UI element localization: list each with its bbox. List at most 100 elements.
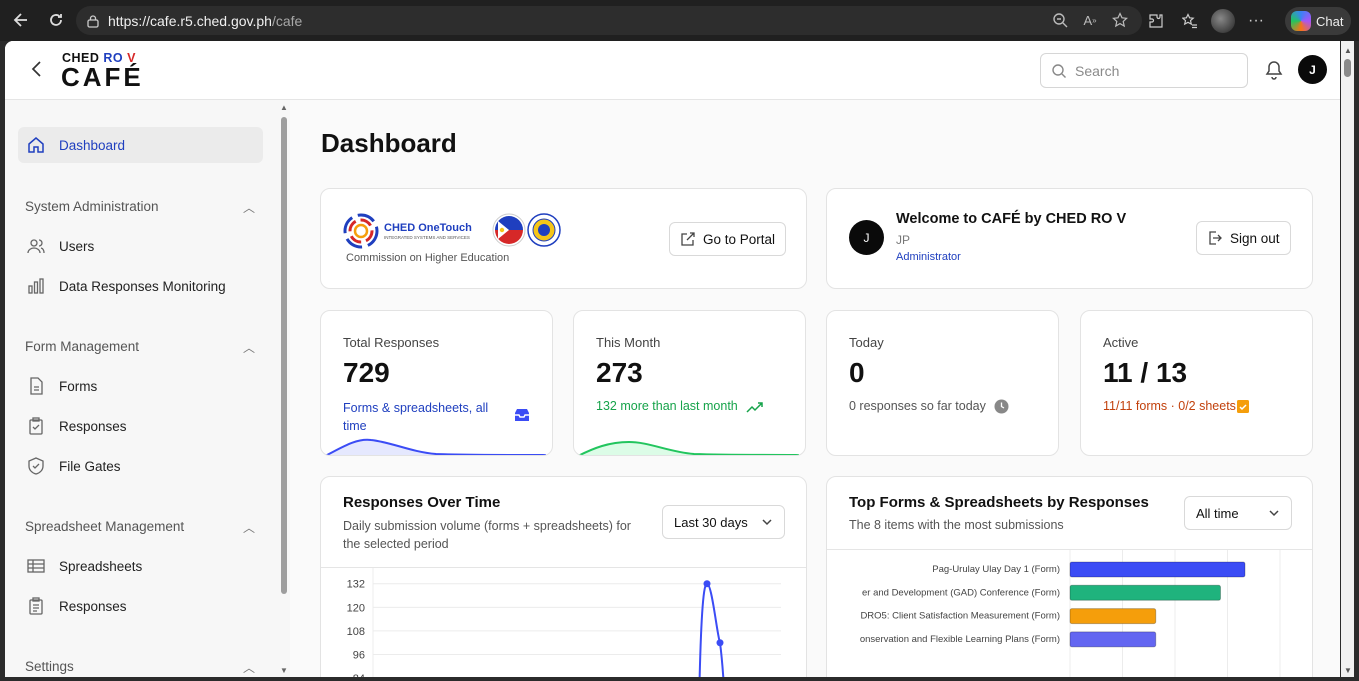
y-tick-label: 84 (353, 673, 365, 677)
scroll-down-arrow-icon[interactable]: ▼ (1344, 666, 1352, 675)
welcome-card: J Welcome to CAFÉ by CHED RO V JP Admini… (826, 188, 1313, 289)
sidebar-item-users[interactable]: Users (18, 228, 263, 264)
chart-title: Responses Over Time (343, 494, 501, 511)
stat-value: 0 (849, 357, 865, 388)
shield-check-icon (28, 457, 44, 475)
collapse-chevron-icon[interactable] (27, 59, 47, 79)
y-tick-label: 96 (353, 650, 365, 662)
scrollbar-thumb[interactable] (1344, 59, 1351, 77)
onetouch-logo-subtext: INTEGRATED SYSTEMS AND SERVICES (384, 235, 470, 240)
sparkline-total (324, 438, 547, 455)
data-point (716, 639, 724, 647)
back-arrow-icon[interactable] (6, 5, 36, 35)
go-to-portal-button[interactable]: Go to Portal (669, 222, 787, 256)
sidebar-item-sheet-responses[interactable]: Responses (18, 588, 263, 624)
search-icon (1052, 63, 1066, 78)
sidebar-item-dashboard[interactable]: Dashboard (18, 127, 263, 163)
philippine-flag-seal-icon (492, 213, 526, 247)
read-aloud-icon[interactable]: A» (1080, 10, 1100, 30)
sidebar: Dashboard System Administration ︿ Users D… (5, 100, 290, 677)
sidebar-group-spreadsheet[interactable]: Spreadsheet Management ︿ (25, 519, 255, 536)
stat-value: 273 (596, 357, 643, 388)
onetouch-logo-text: CHED OneTouch (384, 222, 472, 234)
scroll-down-arrow-icon[interactable]: ▼ (280, 666, 288, 675)
sidebar-scrollbar-thumb[interactable] (281, 117, 287, 594)
welcome-title: Welcome to CAFÉ by CHED RO V (896, 211, 1127, 227)
browser-toolbar: https://cafe.r5.ched.gov.ph/cafe A» ··· … (0, 0, 1359, 41)
zoom-icon[interactable] (1050, 10, 1070, 30)
bar (1069, 561, 1246, 578)
chart-subtitle: The 8 items with the most submissions (849, 518, 1064, 532)
range-select[interactable]: Last 30 days (662, 505, 785, 539)
main-content: Dashboard CHED OneTouch INTEGRATED SYSTE… (290, 100, 1340, 677)
sidebar-group-settings[interactable]: Settings ︿ (25, 659, 255, 676)
user-role: Administrator (896, 251, 961, 263)
data-point (703, 580, 711, 588)
portal-card: CHED OneTouch INTEGRATED SYSTEMS AND SER… (320, 188, 807, 289)
home-icon (28, 137, 44, 153)
bar (1069, 608, 1157, 625)
sidebar-item-spreadsheets[interactable]: Spreadsheets (18, 548, 263, 584)
chart-title: Top Forms & Spreadsheets by Responses (849, 494, 1149, 511)
copilot-chat-button[interactable]: Chat (1285, 7, 1351, 35)
document-icon (30, 377, 43, 395)
bar-chart-icon (28, 278, 44, 294)
sidebar-group-form[interactable]: Form Management ︿ (25, 339, 255, 356)
url-path: /cafe (271, 12, 303, 29)
sidebar-item-file-gates[interactable]: File Gates (18, 448, 263, 484)
responses-line-chart: 84 96 108 120 132 (347, 568, 781, 677)
extensions-icon[interactable] (1143, 8, 1169, 34)
clock-icon (994, 399, 1009, 414)
stat-card-month: This Month 273 132 more than last month (573, 310, 806, 456)
stat-card-total: Total Responses 729 Forms & spreadsheets… (320, 310, 553, 456)
favorite-star-icon[interactable] (1110, 10, 1130, 30)
inbox-icon (515, 409, 529, 421)
top-forms-card: Top Forms & Spreadsheets by Responses Th… (826, 476, 1313, 677)
chevron-up-icon: ︿ (242, 521, 255, 535)
checklist-icon (1237, 400, 1249, 413)
user-avatar[interactable]: J (1298, 55, 1327, 84)
notification-bell-icon[interactable] (1264, 59, 1284, 81)
bar-label: Pag-Urulay Ulay Day 1 (Form) (932, 564, 1060, 575)
y-tick-label: 132 (347, 579, 365, 591)
app-window: CHED RO V CAFÉ Search J Dashboard System… (5, 41, 1340, 677)
sidebar-group-system[interactable]: System Administration ︿ (25, 199, 255, 216)
url-host: https://cafe.r5.ched.gov.ph (108, 12, 272, 29)
bar-label: DRO5: Client Satisfaction Measurement (F… (860, 611, 1060, 622)
series-line (698, 582, 725, 677)
address-bar[interactable]: https://cafe.r5.ched.gov.ph/cafe A» (76, 6, 1142, 35)
sidebar-item-data-monitoring[interactable]: Data Responses Monitoring (18, 268, 263, 304)
scroll-up-arrow-icon[interactable]: ▲ (280, 103, 288, 112)
stat-subtext: 11/11 forms · 0/2 sheets (1103, 399, 1236, 413)
range-select[interactable]: All time (1184, 496, 1292, 530)
stat-value: 11 / 13 (1103, 357, 1188, 388)
sidebar-item-responses[interactable]: Responses (18, 408, 263, 444)
sign-out-button[interactable]: Sign out (1196, 221, 1291, 255)
y-tick-label: 120 (347, 602, 365, 614)
sidebar-item-forms[interactable]: Forms (18, 368, 263, 404)
refresh-icon[interactable] (41, 5, 71, 35)
search-input[interactable]: Search (1040, 53, 1248, 88)
page-scrollbar[interactable]: ▲ ▼ (1341, 41, 1354, 677)
favorites-icon[interactable] (1177, 8, 1203, 34)
sidebar-scrollbar[interactable]: ▲ ▼ (279, 100, 289, 677)
table-icon (27, 559, 45, 573)
chevron-up-icon: ︿ (242, 661, 255, 675)
scroll-up-arrow-icon[interactable]: ▲ (1344, 46, 1352, 55)
clipboard-check-icon (29, 417, 43, 435)
sign-out-icon (1209, 231, 1222, 245)
sparkline-month (577, 440, 800, 455)
profile-avatar[interactable] (1211, 9, 1235, 33)
site-info-icon[interactable] (86, 14, 100, 28)
bar-label: er and Development (GAD) Conference (For… (862, 587, 1060, 598)
page-title: Dashboard (321, 128, 457, 158)
top-forms-bar-chart: Pag-Urulay Ulay Day 1 (Form) er and Devel… (860, 550, 1281, 677)
welcome-avatar: J (849, 220, 884, 255)
more-options-icon[interactable]: ··· (1243, 8, 1269, 34)
logo-title[interactable]: CAFÉ (61, 62, 144, 93)
bar (1069, 631, 1157, 648)
chevron-down-icon (1269, 510, 1279, 517)
stat-card-today: Today 0 0 responses so far today (826, 310, 1059, 456)
user-name: JP (896, 233, 911, 247)
stat-value: 729 (343, 357, 390, 388)
